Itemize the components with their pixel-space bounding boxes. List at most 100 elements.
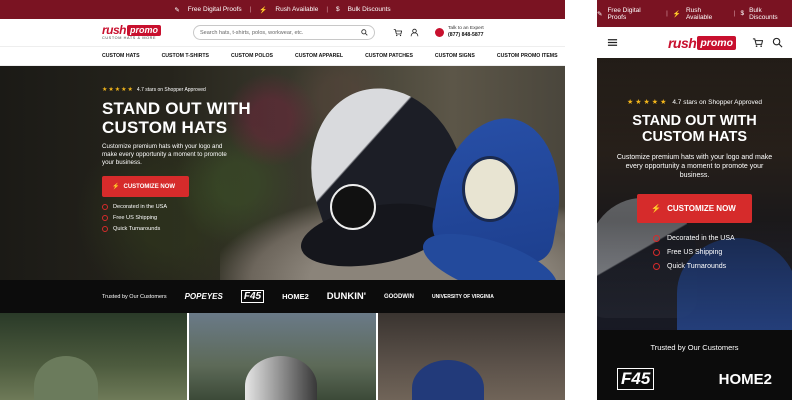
proofs-icon: ✎ xyxy=(597,10,603,18)
search-icon[interactable] xyxy=(361,29,368,36)
nav-item-signs[interactable]: CUSTOM SIGNS xyxy=(435,53,475,59)
site-logo[interactable]: rush promo CUSTOM HATS & MORE xyxy=(102,23,162,41)
search-placeholder: Search hats, t-shirts, polos, workwear, … xyxy=(200,29,304,36)
cta-label: CUSTOMIZE NOW xyxy=(667,204,736,213)
hero-heading: STAND OUT WITH CUSTOM HATS xyxy=(597,113,792,145)
hero-heading-line1: STAND OUT WITH xyxy=(632,113,757,129)
uva-logo: UNIVERSITY OF VIRGINIA xyxy=(431,293,494,300)
feature-label: Free US Shipping xyxy=(113,215,158,222)
promo-item-proofs: Free Digital Proofs xyxy=(187,6,242,13)
hero-heading-line1: STAND OUT WITH xyxy=(102,99,251,118)
promo-bar: ✎ Free Digital Proofs | ⚡ Rush Available… xyxy=(0,0,565,19)
hamburger-menu-icon[interactable] xyxy=(607,37,618,48)
phone-icon xyxy=(435,28,445,37)
nav-item-tshirts[interactable]: CUSTOM T-SHIRTS xyxy=(162,53,209,59)
feature-label: Decorated in the USA xyxy=(667,235,735,242)
mobile-header: rush promo xyxy=(597,27,792,58)
logo-tagline: CUSTOM HATS & MORE xyxy=(102,36,157,41)
bolt-icon: ⚡ xyxy=(112,184,120,191)
product-tile-navy-hat[interactable] xyxy=(378,313,565,400)
f45-logo: F45 xyxy=(617,368,655,390)
search-input[interactable]: Search hats, t-shirts, polos, workwear, … xyxy=(193,25,376,40)
expert-phone[interactable]: (877) 848-5877 xyxy=(448,32,483,38)
check-icon xyxy=(653,249,660,256)
f45-logo: F45 xyxy=(240,290,265,303)
customize-now-button[interactable]: ⚡ CUSTOMIZE NOW xyxy=(637,194,752,223)
nav-item-apparel[interactable]: CUSTOM APPAREL xyxy=(295,53,343,59)
check-icon xyxy=(653,235,660,242)
promo-separator: | xyxy=(249,6,252,13)
trusted-label: Trusted by Our Customers xyxy=(102,293,167,300)
desktop-view: ✎ Free Digital Proofs | ⚡ Rush Available… xyxy=(0,0,565,400)
promo-item-bulk: Bulk Discounts xyxy=(347,6,391,13)
nav-item-patches[interactable]: CUSTOM PATCHES xyxy=(365,53,413,59)
mobile-hero-copy: ★★★★★ 4.7 stars on Shopper Approved STAN… xyxy=(597,98,792,277)
rating: ★★★★★ 4.7 stars on Shopper Approved xyxy=(597,98,792,107)
search-icon[interactable] xyxy=(772,37,783,48)
feature-item: Free US Shipping xyxy=(653,249,792,256)
mobile-hero-banner: ★★★★★ 4.7 stars on Shopper Approved STAN… xyxy=(597,58,792,330)
logo-promo-text: promo xyxy=(697,35,736,50)
site-header: rush promo CUSTOM HATS & MORE Search hat… xyxy=(0,19,565,46)
feature-label: Quick Turnarounds xyxy=(667,263,727,270)
dollar-icon: $ xyxy=(740,10,745,17)
screenshot-stage: ✎ Free Digital Proofs | ⚡ Rush Available… xyxy=(0,0,792,400)
rating-text: 4.7 stars on Shopper Approved xyxy=(672,98,762,106)
proofs-icon: ✎ xyxy=(174,6,180,14)
mobile-promo-bar: ✎ Free Digital Proofs | ⚡ Rush Available… xyxy=(597,0,792,27)
hero-subtext: Customize premium hats with your logo an… xyxy=(102,143,227,166)
hero-banner: ★★★★★ 4.7 stars on Shopper Approved STAN… xyxy=(0,66,565,280)
goodwin-logo: GOODWIN xyxy=(383,293,414,300)
feature-list: Decorated in the USA Free US Shipping Qu… xyxy=(597,235,792,270)
trusted-label: Trusted by Our Customers xyxy=(650,343,739,352)
feature-label: Decorated in the USA xyxy=(113,204,168,211)
customize-now-button[interactable]: ⚡ CUSTOMIZE NOW xyxy=(102,176,190,198)
navy-hat-image xyxy=(412,360,484,400)
bolt-icon: ⚡ xyxy=(651,204,662,213)
mobile-view: ✎ Free Digital Proofs | ⚡ Rush Available… xyxy=(597,0,792,400)
check-icon xyxy=(653,263,660,270)
dollar-icon: $ xyxy=(336,6,340,13)
rush-icon: ⚡ xyxy=(672,10,681,18)
home2-logo: HOME2 xyxy=(718,370,772,388)
trusted-customers-bar: Trusted by Our Customers POPEYES F45 HOM… xyxy=(0,280,565,313)
rating: ★★★★★ 4.7 stars on Shopper Approved xyxy=(102,86,272,94)
hero-subtext: Customize premium hats with your logo an… xyxy=(616,154,773,179)
dunkin-logo: DUNKIN' xyxy=(326,291,366,302)
product-tile-trucker-hat[interactable] xyxy=(189,313,376,400)
mobile-trusted-customers: Trusted by Our Customers F45 HOME2 xyxy=(597,330,792,400)
feature-item: Free US Shipping xyxy=(102,215,272,222)
feature-label: Free US Shipping xyxy=(667,249,723,256)
golf-patch-image xyxy=(462,156,518,222)
promo-item-rush: Rush Available xyxy=(685,6,713,21)
promo-item-proofs: Free Digital Proofs xyxy=(607,6,641,21)
cta-label: CUSTOMIZE NOW xyxy=(123,183,176,190)
main-nav: CUSTOM HATS CUSTOM T-SHIRTS CUSTOM POLOS… xyxy=(0,46,565,66)
mobile-site-logo[interactable]: rush promo xyxy=(668,35,736,51)
hero-heading-line2: CUSTOM HATS xyxy=(642,129,747,145)
feature-list: Decorated in the USA Free US Shipping Qu… xyxy=(102,204,272,233)
promo-separator: | xyxy=(666,10,668,17)
expert-contact[interactable]: Talk to an Expert (877) 848-5877 xyxy=(435,26,484,39)
logo-rush-text: rush xyxy=(667,34,697,51)
check-icon xyxy=(102,226,108,233)
nav-item-promo-items[interactable]: CUSTOM PROMO ITEMS xyxy=(497,53,558,59)
account-icon[interactable] xyxy=(410,28,419,37)
product-tile-green-hat[interactable] xyxy=(0,313,187,400)
check-icon xyxy=(102,215,108,222)
logo-rush-text: rush xyxy=(102,23,127,38)
logo-promo-text: promo xyxy=(127,24,162,36)
frame-divider xyxy=(565,0,597,400)
rating-text: 4.7 stars on Shopper Approved xyxy=(136,86,206,93)
hero-heading-line2: CUSTOM HATS xyxy=(102,118,228,137)
promo-item-bulk: Bulk Discounts xyxy=(749,6,778,21)
promo-separator: | xyxy=(326,6,329,13)
promo-separator: | xyxy=(733,10,736,17)
star-rating-icon: ★★★★★ xyxy=(626,99,669,106)
cart-icon[interactable] xyxy=(393,28,403,37)
cart-icon[interactable] xyxy=(752,37,763,48)
feature-item: Decorated in the USA xyxy=(653,235,792,242)
nav-item-hats[interactable]: CUSTOM HATS xyxy=(102,53,140,59)
hero-copy: ★★★★★ 4.7 stars on Shopper Approved STAN… xyxy=(102,86,272,237)
nav-item-polos[interactable]: CUSTOM POLOS xyxy=(231,53,273,59)
